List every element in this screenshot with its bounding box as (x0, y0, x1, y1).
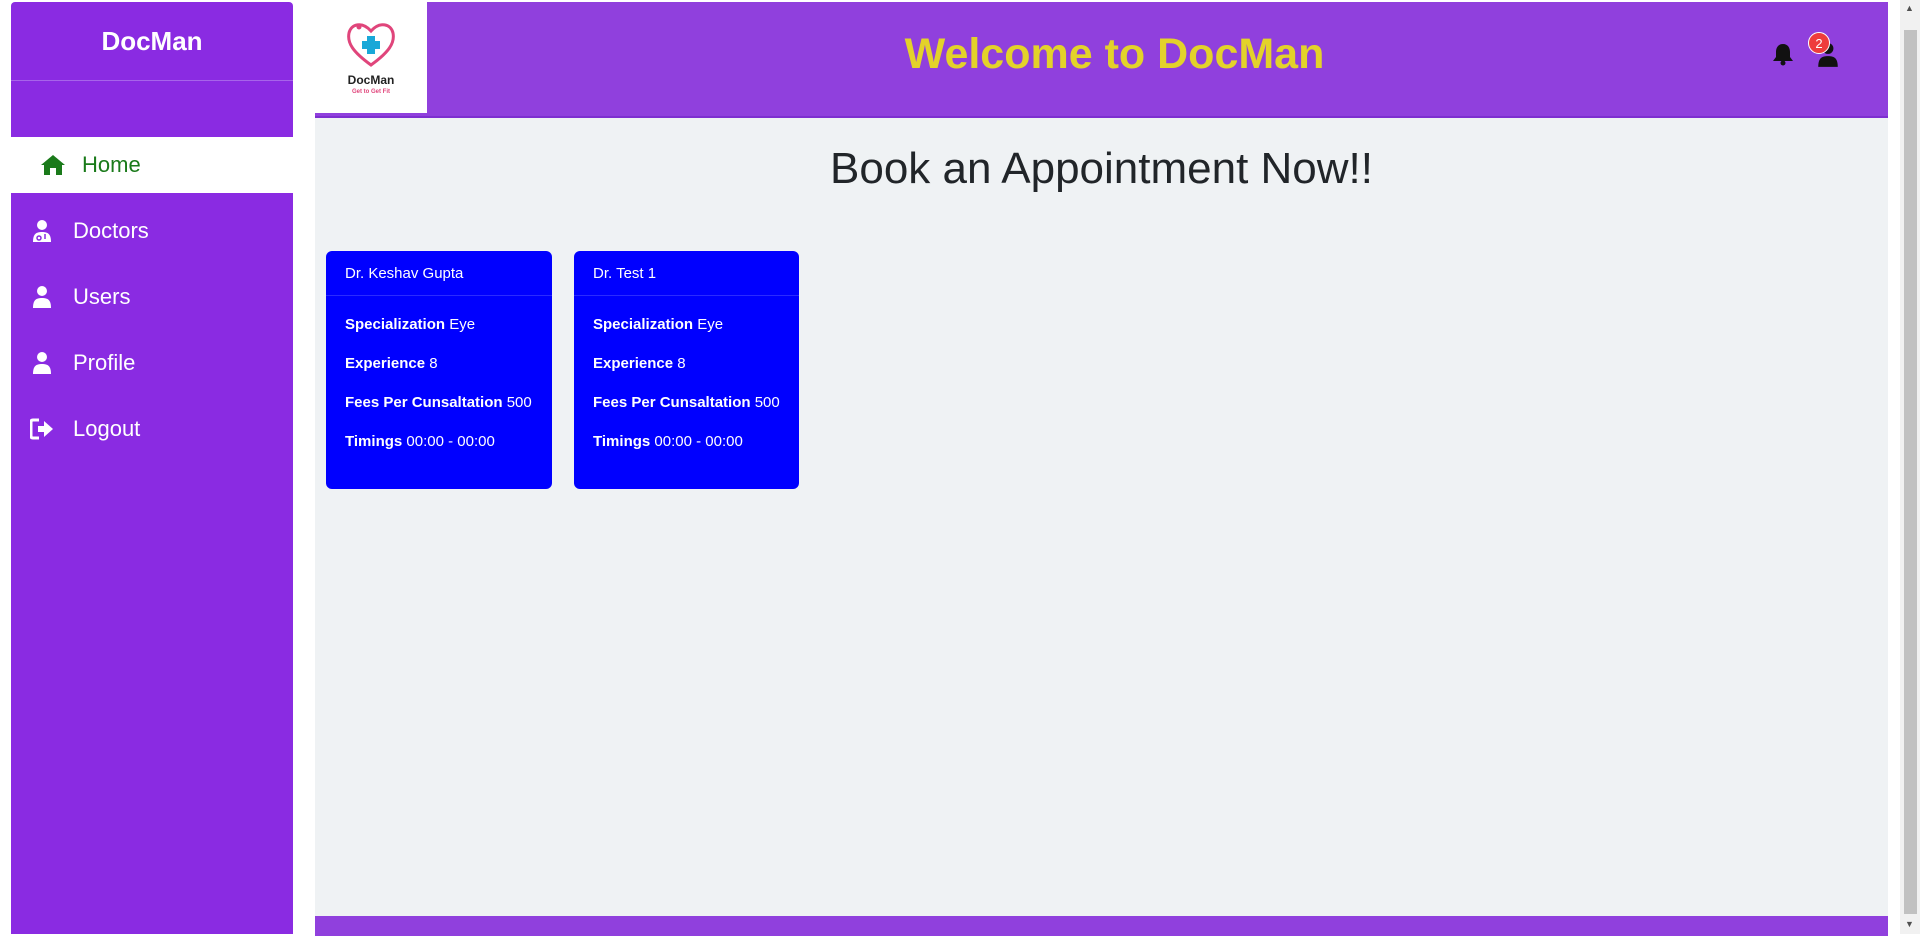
doctor-name: Dr. Keshav Gupta (326, 251, 552, 296)
footer-bar (315, 916, 1888, 936)
user-doctor-icon (27, 218, 57, 244)
field-label: Timings (345, 433, 403, 450)
doctor-details: Specialization Eye Experience 8 Fees Per… (574, 296, 799, 450)
field-label: Specialization (345, 316, 446, 333)
field-label: Fees Per Cunsaltation (593, 394, 751, 411)
header: DocMan Get to Get Fit Welcome to DocMan … (315, 2, 1888, 118)
field-label: Fees Per Cunsaltation (345, 394, 503, 411)
logo-name: DocMan (347, 73, 395, 87)
field-label: Experience (593, 355, 674, 372)
experience-value: 8 (429, 355, 438, 372)
sidebar-item-label: Home (82, 152, 141, 177)
doctor-name: Dr. Test 1 (574, 251, 799, 296)
sidebar-item-label: Profile (73, 350, 136, 375)
timings-value: 00:00 - 00:00 (654, 433, 743, 450)
sidebar-item-logout[interactable]: Logout (11, 401, 293, 457)
logo-tagline: Get to Get Fit (352, 89, 390, 95)
doctor-details: Specialization Eye Experience 8 Fees Per… (326, 296, 552, 450)
fees-value: 500 (506, 394, 532, 411)
sidebar: DocMan Home Doctors Users Profile Logout (11, 2, 293, 934)
sidebar-menu: Home Doctors Users Profile Logout (11, 137, 293, 467)
welcome-title: Welcome to DocMan (904, 30, 1325, 78)
logo: DocMan Get to Get Fit (315, 2, 427, 116)
home-icon (38, 152, 68, 178)
doctor-card[interactable]: Dr. Test 1 Specialization Eye Experience… (574, 251, 799, 489)
scrollbar[interactable]: ▲ ▼ (1900, 0, 1920, 934)
scroll-thumb[interactable] (1904, 30, 1917, 914)
logout-icon (27, 416, 57, 442)
notification-badge: 2 (1808, 32, 1830, 54)
user-icon (27, 350, 57, 376)
sidebar-item-label: Doctors (73, 218, 149, 243)
sidebar-item-home[interactable]: Home (11, 137, 293, 193)
sidebar-item-users[interactable]: Users (11, 269, 293, 325)
heart-logo-icon (347, 23, 395, 67)
timings-value: 00:00 - 00:00 (406, 433, 495, 450)
sidebar-item-profile[interactable]: Profile (11, 335, 293, 391)
specialization-value: Eye (449, 316, 476, 333)
bell-icon[interactable] (1772, 42, 1794, 71)
page-title: Book an Appointment Now!! (830, 144, 1373, 193)
field-label: Experience (345, 355, 426, 372)
doctor-card[interactable]: Dr. Keshav Gupta Specialization Eye Expe… (326, 251, 552, 489)
field-label: Timings (593, 433, 651, 450)
sidebar-item-label: Logout (73, 416, 141, 441)
user-icon (27, 284, 57, 310)
main-content: DocMan Get to Get Fit Welcome to DocMan … (315, 2, 1888, 936)
sidebar-item-label: Users (73, 284, 131, 309)
sidebar-brand: DocMan (11, 2, 293, 81)
field-label: Specialization (593, 316, 694, 333)
sidebar-item-doctors[interactable]: Doctors (11, 203, 293, 259)
experience-value: 8 (677, 355, 686, 372)
scroll-down-arrow-icon[interactable]: ▼ (1905, 919, 1914, 929)
fees-value: 500 (754, 394, 780, 411)
scroll-up-arrow-icon[interactable]: ▲ (1905, 3, 1914, 13)
specialization-value: Eye (697, 316, 724, 333)
